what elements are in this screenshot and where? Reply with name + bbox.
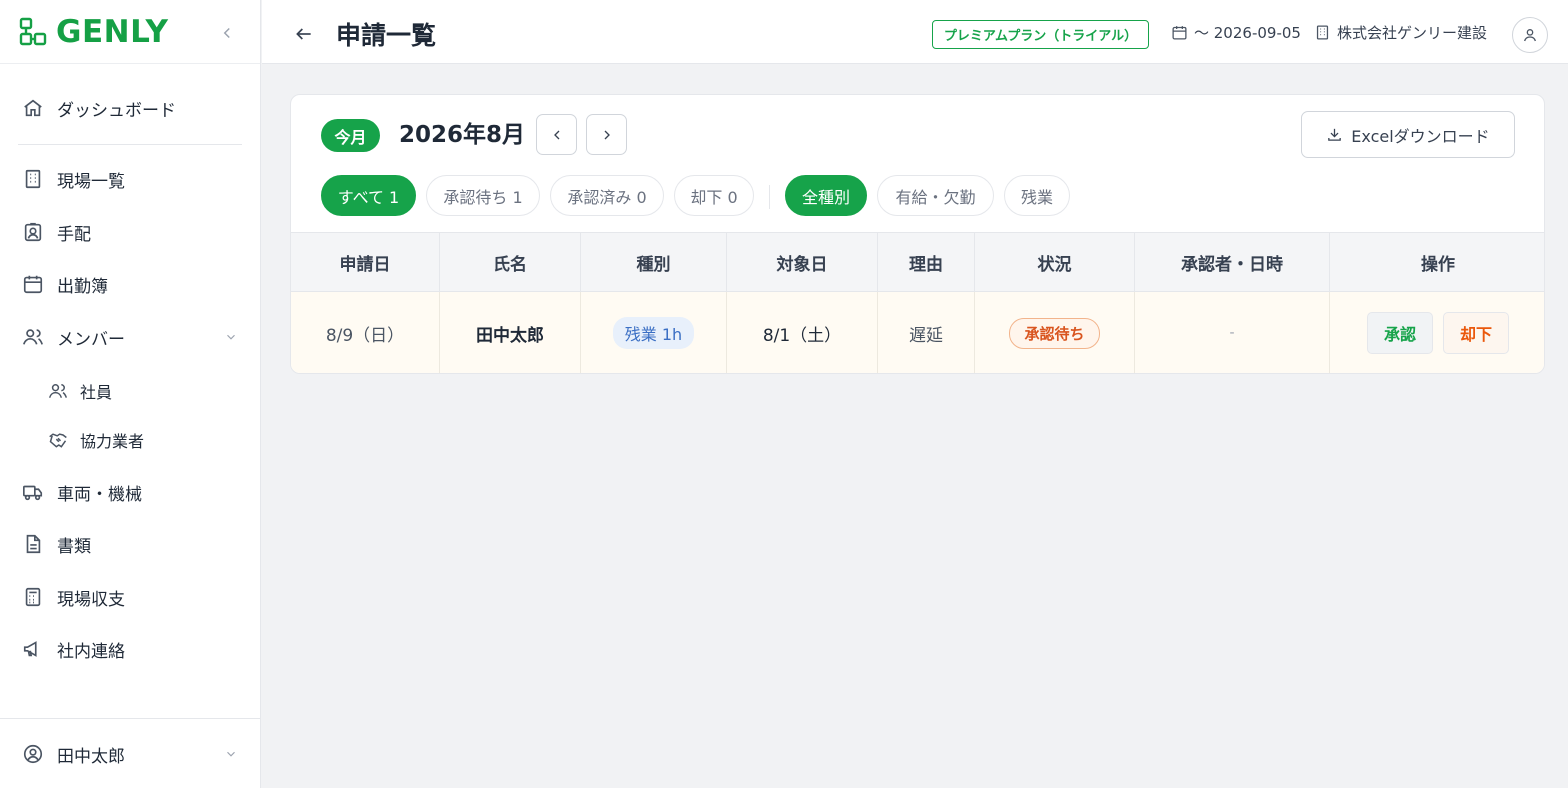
download-icon xyxy=(1328,128,1342,141)
user-name: 田中太郎 xyxy=(57,746,125,767)
page-title: 申請一覧 xyxy=(336,21,437,50)
chevron-down-icon xyxy=(227,334,235,340)
sidebar-item-attendance[interactable]: 出勤簿 xyxy=(0,262,261,306)
home-icon xyxy=(24,99,42,117)
reject-button[interactable]: 却下 xyxy=(1443,312,1509,354)
sidebar-item-label: 現場収支 xyxy=(57,589,125,610)
approve-button[interactable]: 承認 xyxy=(1367,312,1433,354)
logo-row: GENLY xyxy=(0,0,260,64)
sidebar-item-sites[interactable]: 現場一覧 xyxy=(0,157,261,201)
applied-date-cell: 8/9（日） xyxy=(291,292,440,373)
user-icon xyxy=(1524,29,1536,42)
filter-type-overtime[interactable]: 残業 xyxy=(1004,175,1070,216)
this-month-button[interactable]: 今月 xyxy=(321,119,380,152)
name-cell: 田中太郎 xyxy=(440,292,581,373)
sidebar-item-label: 社員 xyxy=(80,383,113,402)
chevron-left-icon xyxy=(553,130,559,139)
sidebar-item-partners[interactable]: 協力業者 xyxy=(0,418,261,462)
filter-type-leave[interactable]: 有給・欠勤 xyxy=(877,175,994,216)
user-badge-icon xyxy=(24,222,42,242)
plan-badge: プレミアムプラン（トライアル） xyxy=(932,20,1149,49)
sidebar-item-internal-notice[interactable]: 社内連絡 xyxy=(0,627,261,671)
column-header[interactable]: 承認者・日時 xyxy=(1135,232,1330,292)
filter-pending[interactable]: 承認待ち 1 xyxy=(426,175,540,216)
sidebar-item-label: 協力業者 xyxy=(80,432,145,451)
column-header[interactable]: 種別 xyxy=(581,232,727,292)
sidebar-item-label: 手配 xyxy=(57,224,91,245)
sidebar-item-vehicles[interactable]: 車両・機械 xyxy=(0,470,261,514)
company-name: 株式会社ゲンリー建設 xyxy=(1314,22,1487,43)
logo-text: GENLY xyxy=(56,13,169,50)
column-header[interactable]: 対象日 xyxy=(727,232,878,292)
calendar-icon xyxy=(1172,26,1187,40)
chevron-down-icon xyxy=(227,751,235,757)
users-icon xyxy=(48,384,68,398)
sidebar-item-arrangement[interactable]: 手配 xyxy=(0,210,261,254)
sidebar-item-label: 社内連絡 xyxy=(57,641,125,662)
chevron-right-icon xyxy=(604,130,610,139)
users-icon xyxy=(23,329,43,345)
next-month-button[interactable] xyxy=(586,114,627,155)
collapse-sidebar-icon[interactable] xyxy=(218,24,236,42)
building-icon xyxy=(1316,25,1329,40)
expiry-text: 〜 2026-09-05 xyxy=(1194,24,1301,42)
month-label: 2026年8月 xyxy=(399,122,526,148)
sidebar-footer: 田中太郎 xyxy=(0,718,261,788)
user-circle-icon xyxy=(23,744,43,764)
column-header[interactable]: 状況 xyxy=(975,232,1135,292)
sidebar: GENLY ダッシュボード 現場一覧 手配 出勤簿 メンバー 社員 協力業者 車… xyxy=(0,0,261,788)
column-header[interactable]: 申請日 xyxy=(291,232,440,292)
file-text-icon xyxy=(26,534,41,554)
sidebar-item-label: ダッシュボード xyxy=(57,100,176,121)
column-header: 操作 xyxy=(1330,232,1544,292)
table-header-row: 申請日 氏名 種別 対象日 理由 状況 承認者・日時 操作 xyxy=(291,232,1544,292)
top-header: 申請一覧 プレミアムプラン（トライアル） 〜 2026-09-05 株式会社ゲン… xyxy=(262,0,1568,64)
filter-type-all[interactable]: 全種別 xyxy=(785,175,867,216)
calendar-icon xyxy=(23,275,43,294)
expiry-date: 〜 2026-09-05 xyxy=(1171,22,1301,43)
account-button[interactable] xyxy=(1512,17,1548,53)
reason-cell: 遅延 xyxy=(878,292,975,373)
sidebar-item-site-finance[interactable]: 現場収支 xyxy=(0,575,261,619)
excel-download-button[interactable]: Excelダウンロード xyxy=(1301,111,1515,158)
status-cell: 承認待ち xyxy=(975,292,1135,373)
sidebar-item-label: 書類 xyxy=(57,536,91,557)
sidebar-item-label: 出勤簿 xyxy=(57,276,108,297)
sidebar-item-label: 現場一覧 xyxy=(57,171,125,192)
user-menu[interactable]: 田中太郎 xyxy=(0,732,261,776)
applications-card: 今月 2026年8月 Excelダウンロード すべて 1 承認待ち 1 承認済み… xyxy=(290,94,1545,374)
calculator-icon xyxy=(25,587,41,607)
filter-rejected[interactable]: 却下 0 xyxy=(674,175,754,216)
filter-separator xyxy=(769,185,770,209)
filter-all[interactable]: すべて 1 xyxy=(321,175,416,216)
nav-divider xyxy=(18,144,242,145)
sidebar-item-documents[interactable]: 書類 xyxy=(0,522,261,566)
sidebar-item-label: メンバー xyxy=(57,329,125,350)
megaphone-icon xyxy=(23,641,37,657)
building-icon xyxy=(25,169,41,189)
status-badge: 承認待ち xyxy=(1009,317,1100,349)
prev-month-button[interactable] xyxy=(536,114,577,155)
table-row[interactable]: 8/9（日） 田中太郎 残業 1h 8/1（土） 遅延 承認待ち - 承認 却下 xyxy=(291,292,1544,373)
sidebar-item-members[interactable]: メンバー xyxy=(0,315,261,359)
column-header[interactable]: 氏名 xyxy=(440,232,581,292)
type-cell: 残業 1h xyxy=(581,292,727,373)
handshake-icon xyxy=(49,433,67,448)
truck-icon xyxy=(23,485,43,501)
sidebar-item-label: 車両・機械 xyxy=(57,484,142,505)
logo-icon xyxy=(19,17,47,45)
type-badge: 残業 1h xyxy=(612,317,695,349)
applications-table: 申請日 氏名 種別 対象日 理由 状況 承認者・日時 操作 8/9（日） 田中太… xyxy=(291,232,1544,373)
approver-cell: - xyxy=(1135,292,1330,373)
actions-cell: 承認 却下 xyxy=(1330,292,1544,373)
back-arrow-icon[interactable] xyxy=(294,24,314,44)
filter-approved[interactable]: 承認済み 0 xyxy=(550,175,664,216)
target-date-cell: 8/1（土） xyxy=(727,292,878,373)
company-text: 株式会社ゲンリー建設 xyxy=(1337,24,1488,42)
sidebar-item-employees[interactable]: 社員 xyxy=(0,369,261,413)
column-header[interactable]: 理由 xyxy=(878,232,975,292)
sidebar-item-dashboard[interactable]: ダッシュボード xyxy=(0,86,261,130)
excel-download-label: Excelダウンロード xyxy=(1351,126,1490,146)
